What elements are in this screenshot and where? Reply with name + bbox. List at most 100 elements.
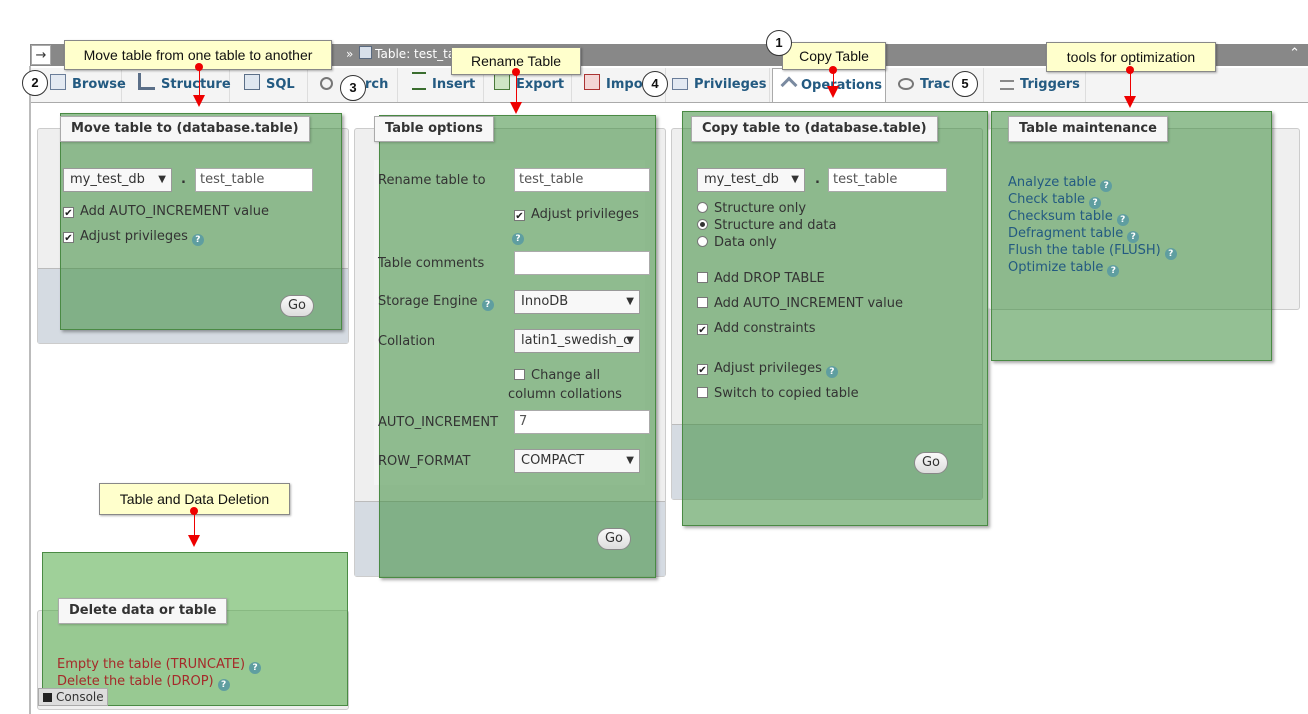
structure-and-data-radio[interactable]: Structure and data	[697, 218, 836, 233]
defragment-table-link[interactable]: Defragment table?	[1008, 226, 1140, 243]
structure-icon	[138, 73, 155, 90]
callout-arrow	[1124, 96, 1136, 108]
move-go-button[interactable]: Go	[280, 295, 314, 317]
copy-db-select[interactable]: my_test_db ▼	[697, 168, 805, 192]
help-icon[interactable]: ?	[249, 662, 262, 674]
checkbox-checked[interactable]: ✔	[697, 364, 708, 376]
radio-selected[interactable]	[697, 219, 708, 230]
eye-icon	[898, 78, 914, 90]
row-format-select[interactable]: COMPACT ▼	[514, 449, 640, 473]
option-label: Switch to copied table	[714, 386, 859, 401]
callout-arrow	[827, 86, 839, 98]
collapse-icon[interactable]: ⌃	[1289, 46, 1300, 61]
insert-icon	[412, 72, 426, 90]
breadcrumb-table[interactable]: Table: test_ta	[375, 47, 455, 61]
radio[interactable]	[697, 236, 708, 247]
engine-select[interactable]: InnoDB ▼	[514, 290, 640, 314]
tab-privileges[interactable]: Privileges	[668, 68, 770, 102]
browse-icon	[50, 74, 66, 90]
truncate-table-link[interactable]: Empty the table (TRUNCATE)?	[57, 657, 262, 674]
sql-icon	[244, 74, 260, 90]
step-marker-2: 2	[22, 70, 48, 96]
callout-line	[516, 74, 517, 104]
help-icon[interactable]: ?	[1100, 180, 1113, 192]
structure-only-radio[interactable]: Structure only	[697, 201, 806, 216]
console-icon	[43, 693, 52, 702]
auto-increment-label: AUTO_INCREMENT	[378, 415, 499, 430]
console-button[interactable]: Console	[38, 688, 108, 706]
tab-browse[interactable]: Browse	[44, 68, 126, 102]
option-label: Change all	[531, 368, 601, 383]
tab-sql[interactable]: SQL	[232, 68, 308, 102]
help-icon[interactable]: ?	[1164, 248, 1177, 260]
tab-triggers[interactable]: Triggers	[988, 68, 1086, 102]
help-icon[interactable]: ?	[191, 234, 204, 246]
checkbox-unchecked[interactable]	[697, 387, 708, 398]
move-auto-increment-option[interactable]: ✔ Add AUTO_INCREMENT value	[63, 204, 269, 219]
callout-arrow	[510, 102, 522, 114]
checkbox-unchecked[interactable]	[697, 272, 708, 283]
checksum-table-link[interactable]: Checksum table?	[1008, 209, 1129, 226]
tab-label: Operations	[801, 78, 882, 93]
link-text: Flush the table (FLUSH)	[1008, 243, 1161, 258]
checkbox-checked[interactable]: ✔	[697, 324, 708, 336]
move-table-input[interactable]: test_table	[195, 168, 313, 192]
console-label: Console	[56, 690, 104, 704]
copy-auto-increment-option[interactable]: Add AUTO_INCREMENT value	[697, 296, 903, 311]
import-icon	[584, 74, 600, 90]
help-icon[interactable]: ?	[512, 233, 524, 245]
option-label: Structure only	[714, 201, 807, 216]
link-text: Checksum table	[1008, 209, 1113, 224]
step-marker-3: 3	[340, 75, 366, 101]
step-marker-5: 5	[952, 71, 978, 97]
move-adjust-privileges-option[interactable]: ✔ Adjust privileges?	[63, 229, 204, 246]
nav-arrow-button[interactable]: →	[31, 45, 51, 65]
link-text: Defragment table	[1008, 226, 1124, 241]
add-constraints-option[interactable]: ✔ Add constraints	[697, 321, 816, 336]
help-icon[interactable]: ?	[481, 299, 494, 311]
table-options-legend: Table options	[374, 116, 494, 142]
table-maintenance-legend: Table maintenance	[1008, 116, 1168, 142]
help-icon[interactable]: ?	[1089, 197, 1102, 209]
checkbox-unchecked[interactable]	[514, 369, 525, 380]
optimize-table-link[interactable]: Optimize table?	[1008, 260, 1120, 277]
check-table-link[interactable]: Check table?	[1008, 192, 1102, 209]
select-value: my_test_db	[70, 172, 145, 187]
flush-table-link[interactable]: Flush the table (FLUSH)?	[1008, 243, 1177, 260]
link-text: Optimize table	[1008, 260, 1104, 275]
collation-select[interactable]: latin1_swedish_c ▼	[514, 329, 640, 353]
help-icon[interactable]: ?	[1116, 214, 1129, 226]
auto-increment-input[interactable]: 7	[514, 410, 650, 434]
option-label: Adjust privileges	[714, 361, 822, 376]
help-icon[interactable]: ?	[825, 366, 838, 378]
comments-input[interactable]	[514, 251, 650, 275]
checkbox-checked[interactable]: ✔	[63, 232, 74, 244]
change-all-collations-option[interactable]: Change all	[514, 368, 600, 383]
select-value: latin1_swedish_c	[521, 333, 631, 348]
row-format-label: ROW_FORMAT	[378, 454, 471, 469]
copy-go-button[interactable]: Go	[914, 452, 948, 474]
tab-label: Impo	[606, 77, 643, 92]
chevron-down-icon: ▼	[626, 296, 634, 307]
checkbox-checked[interactable]: ✔	[63, 207, 74, 219]
rename-input[interactable]: test_table	[514, 168, 650, 192]
switch-to-copied-option[interactable]: Switch to copied table	[697, 386, 859, 401]
move-db-select[interactable]: my_test_db ▼	[63, 168, 172, 192]
radio[interactable]	[697, 202, 708, 213]
help-icon[interactable]: ?	[1107, 265, 1120, 277]
help-icon-wrap: ?	[508, 228, 524, 245]
checkbox-checked[interactable]: ✔	[514, 210, 525, 222]
link-text: Check table	[1008, 192, 1086, 207]
options-go-button[interactable]: Go	[597, 528, 631, 550]
tab-structure[interactable]: Structure	[126, 68, 231, 102]
help-icon[interactable]: ?	[217, 679, 230, 691]
analyze-table-link[interactable]: Analyze table?	[1008, 175, 1113, 192]
copy-table-input[interactable]: test_table	[828, 168, 947, 192]
checkbox-unchecked[interactable]	[697, 297, 708, 308]
help-icon[interactable]: ?	[1127, 231, 1140, 243]
option-label: Add AUTO_INCREMENT value	[714, 296, 904, 311]
copy-adjust-privileges-option[interactable]: ✔ Adjust privileges?	[697, 361, 838, 378]
adjust-privileges-option[interactable]: ✔ Adjust privileges	[514, 207, 639, 222]
data-only-radio[interactable]: Data only	[697, 235, 777, 250]
add-drop-table-option[interactable]: Add DROP TABLE	[697, 271, 825, 286]
